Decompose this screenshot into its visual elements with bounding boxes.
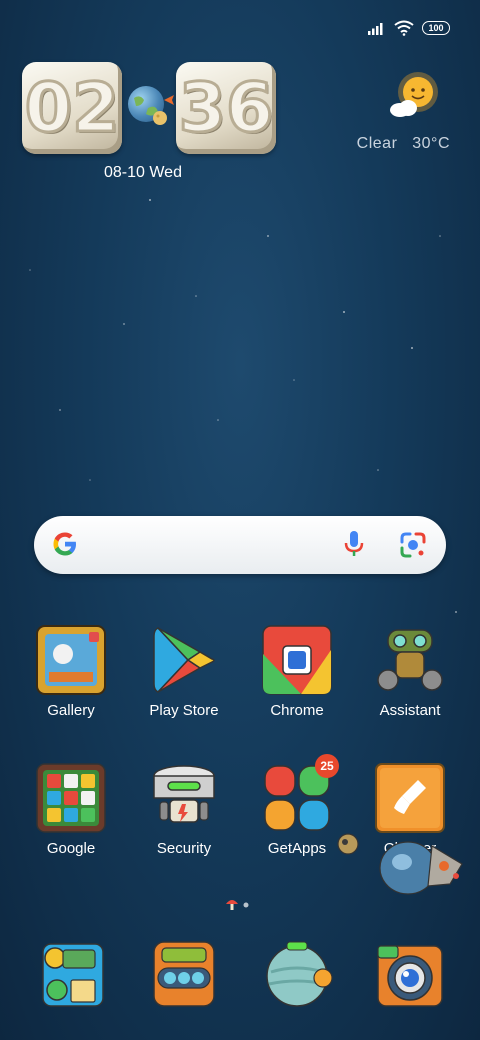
microphone-icon[interactable] — [340, 529, 368, 561]
getapps-icon: 25 — [261, 754, 339, 834]
mushroom-decoration-icon — [226, 900, 238, 910]
app-chrome[interactable]: Chrome — [247, 624, 347, 719]
moon-icon — [153, 111, 167, 125]
messages-icon — [148, 938, 220, 1010]
play-store-icon — [148, 624, 220, 696]
weather-widget[interactable]: Clear 30°C — [357, 68, 450, 153]
browser-icon — [261, 938, 333, 1010]
clock-hours: 02 — [22, 62, 122, 154]
chrome-icon — [261, 624, 333, 696]
app-assistant[interactable]: Assistant — [360, 624, 460, 719]
dock-camera[interactable] — [360, 938, 460, 1010]
google-search-bar[interactable] — [34, 516, 446, 574]
app-label: Assistant — [379, 702, 441, 719]
status-bar: 100 — [368, 16, 450, 40]
dock-messages[interactable] — [134, 938, 234, 1010]
google-folder-icon — [35, 762, 107, 834]
assistant-icon — [374, 624, 446, 696]
battery-icon: 100 — [422, 21, 450, 35]
app-label: Play Store — [149, 702, 219, 719]
app-google[interactable]: Google — [21, 762, 121, 857]
dock-phone[interactable] — [21, 938, 121, 1010]
notification-badge: 25 — [315, 754, 339, 778]
battery-level: 100 — [428, 23, 444, 33]
app-label: Security — [156, 840, 212, 857]
app-gallery[interactable]: Gallery — [21, 624, 121, 719]
clock-widget[interactable]: 02 36 08-10 Wed — [20, 58, 280, 188]
app-label: Gallery — [47, 702, 95, 719]
app-security[interactable]: Security — [134, 762, 234, 857]
weather-temperature: 30°C — [412, 135, 450, 152]
security-icon — [148, 762, 220, 834]
app-play-store[interactable]: Play Store — [134, 624, 234, 719]
clock-minutes: 36 — [176, 62, 276, 154]
app-label: Google — [46, 840, 96, 857]
lens-camera-icon[interactable] — [398, 530, 428, 560]
app-label: Chrome — [270, 702, 324, 719]
gallery-icon — [35, 624, 107, 696]
clock-date: 08-10 Wed — [104, 164, 182, 181]
dock-browser[interactable] — [247, 938, 347, 1010]
weather-condition: Clear — [356, 135, 398, 152]
phone-icon — [35, 938, 107, 1010]
cleaner-icon — [374, 762, 446, 834]
signal-icon — [368, 23, 383, 35]
sun-cloud-icon — [390, 72, 438, 117]
spaceship-decoration-icon — [337, 833, 463, 895]
google-g-icon — [53, 532, 76, 556]
wifi-icon — [394, 20, 414, 36]
camera-icon — [374, 938, 446, 1010]
weather-text: Clear 30°C — [357, 135, 450, 153]
